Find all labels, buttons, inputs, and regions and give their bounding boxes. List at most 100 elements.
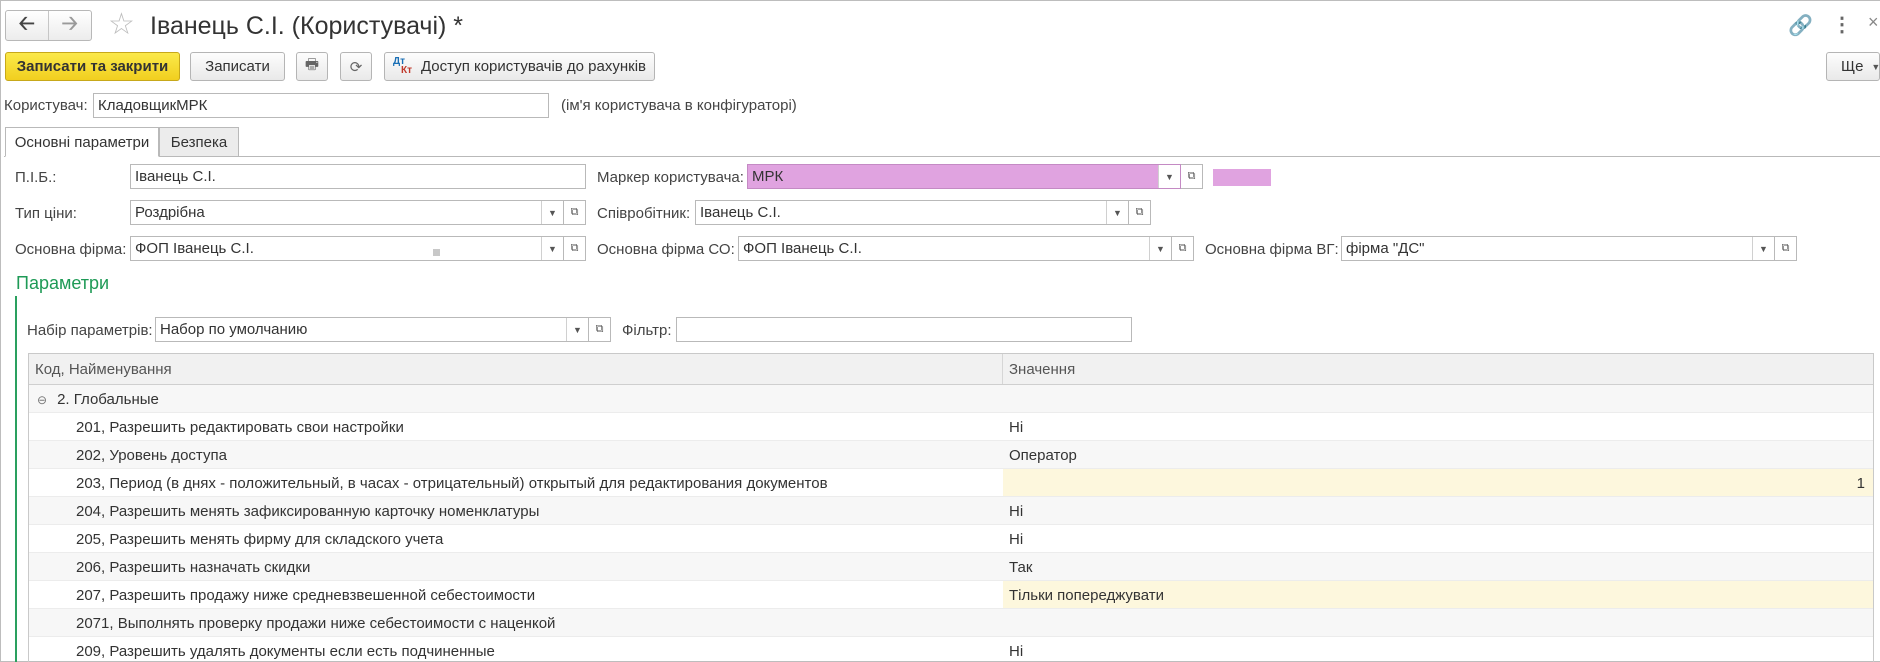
col-value-header[interactable]: Значення [1003, 354, 1873, 384]
row-name: 205, Разрешить менять фирму для складско… [76, 531, 444, 548]
price-type-select[interactable]: Роздрібна ▼ [130, 200, 564, 225]
main-firm-label: Основна фірма: [15, 241, 127, 258]
row-value[interactable]: Тільки попереджувати [1003, 581, 1873, 608]
more-label: Ще [1841, 58, 1864, 75]
save-and-close-button[interactable]: Записати та закрити [5, 52, 180, 81]
row-name: 203, Период (в днях - положительный, в ч… [76, 475, 828, 492]
history-icon: ⟳ [349, 58, 363, 76]
filter-label: Фільтр: [622, 322, 672, 339]
row-value[interactable]: Ні [1003, 497, 1873, 524]
more-button[interactable]: Ще ▼ [1826, 52, 1880, 81]
row-name: 206, Разрешить назначать скидки [76, 559, 311, 576]
printer-icon: 🖶 [304, 56, 320, 73]
main-firm-co-label: Основна фірма СО: [597, 241, 735, 258]
dropdown-arrow-icon[interactable]: ▼ [541, 237, 563, 260]
marker-label: Маркер користувача: [597, 169, 744, 186]
main-firm-vg-select[interactable]: фірма "ДС" ▼ [1341, 236, 1775, 261]
save-button[interactable]: Записати [190, 52, 285, 81]
pib-input[interactable]: Іванець С.І. [130, 164, 586, 189]
tab-divider [4, 156, 1880, 157]
param-set-select[interactable]: Набор по умолчанию ▼ [155, 317, 589, 342]
price-type-value: Роздрібна [135, 204, 205, 221]
navigation-group: 🡠 🡢 [5, 10, 92, 41]
open-icon[interactable]: ⧉ [1172, 236, 1194, 261]
print-button[interactable]: 🖶 [296, 52, 328, 81]
dropdown-arrow-icon[interactable]: ▼ [1149, 237, 1171, 260]
price-type-label: Тип ціни: [15, 205, 77, 222]
row-value[interactable]: Так [1003, 553, 1873, 580]
employee-value: Іванець С.І. [700, 204, 781, 221]
dropdown-arrow-icon[interactable]: ▼ [541, 201, 563, 224]
row-value[interactable] [1003, 609, 1873, 636]
table-row[interactable]: 204, Разрешить менять зафиксированную ка… [29, 497, 1873, 525]
user-label: Користувач: [4, 97, 88, 114]
employee-select[interactable]: Іванець С.І. ▼ [695, 200, 1129, 225]
table-row[interactable]: 203, Период (в днях - положительный, в ч… [29, 469, 1873, 497]
dropdown-arrow-icon[interactable]: ▼ [566, 318, 588, 341]
user-hint: (ім'я користувача в конфігураторі) [561, 97, 797, 114]
row-value[interactable]: Оператор [1003, 441, 1873, 468]
row-name: 202, Уровень доступа [76, 447, 227, 464]
dropdown-arrow-icon[interactable]: ▼ [1106, 201, 1128, 224]
table-row[interactable]: 207, Разрешить продажу ниже средневзвеше… [29, 581, 1873, 609]
table-row[interactable]: 2071, Выполнять проверку продажи ниже се… [29, 609, 1873, 637]
section-bar [15, 296, 17, 662]
user-account-access-button[interactable]: Дт Кт Доступ користувачів до рахунків [384, 52, 655, 81]
open-icon[interactable]: ⧉ [1775, 236, 1797, 261]
main-firm-co-select[interactable]: ФОП Іванець С.І. ▼ [738, 236, 1172, 261]
row-value[interactable]: Ні [1003, 525, 1873, 552]
main-firm-vg-value: фірма "ДС" [1346, 240, 1425, 257]
dropdown-arrow-icon[interactable]: ▼ [1752, 237, 1774, 260]
param-set-value: Набор по умолчанию [160, 321, 308, 338]
pib-label: П.І.Б.: [15, 169, 57, 186]
row-value: 1 [1856, 475, 1865, 492]
open-icon[interactable]: ⧉ [1129, 200, 1151, 225]
open-icon[interactable]: ⧉ [564, 200, 586, 225]
row-name: 209, Разрешить удалять документы если ес… [76, 643, 495, 660]
user-account-access-label: Доступ користувачів до рахунків [420, 58, 647, 75]
table-row[interactable]: 206, Разрешить назначать скидки Так [29, 553, 1873, 581]
back-arrow-icon[interactable]: 🡠 [6, 11, 49, 40]
group-label: 2. Глобальные [57, 391, 159, 408]
table-row[interactable]: 201, Разрешить редактировать свои настро… [29, 413, 1873, 441]
open-icon[interactable]: ⧉ [1181, 164, 1203, 189]
favorite-star-icon[interactable]: ☆ [108, 9, 135, 41]
main-firm-vg-label: Основна фірма ВГ: [1205, 241, 1339, 258]
employee-label: Співробітник: [597, 205, 691, 222]
table-group-row[interactable]: ⊖ 2. Глобальные [29, 385, 1873, 413]
tab-security[interactable]: Безпека [159, 127, 239, 157]
table-row[interactable]: 209, Разрешить удалять документы если ес… [29, 637, 1873, 662]
collapse-icon[interactable]: ⊖ [37, 393, 47, 407]
history-button[interactable]: ⟳ [340, 52, 372, 81]
window-title: Іванець С.І. (Користувачі) * [150, 12, 464, 40]
dropdown-arrow-icon[interactable]: ▼ [1158, 165, 1180, 188]
col-name-header[interactable]: Код, Найменування [29, 354, 1003, 384]
row-value[interactable]: Ні [1003, 413, 1873, 440]
row-name: 201, Разрешить редактировать свои настро… [76, 419, 404, 436]
marker-value: МРК [752, 168, 784, 185]
more-vertical-icon[interactable]: ⋮ [1832, 12, 1852, 37]
chevron-down-icon: ▼ [1871, 61, 1880, 72]
tab-main-params[interactable]: Основні параметри [5, 127, 159, 157]
params-section-title[interactable]: Параметри [16, 273, 109, 294]
table-header: Код, Найменування Значення [29, 354, 1873, 385]
table-row[interactable]: 205, Разрешить менять фирму для складско… [29, 525, 1873, 553]
marker-select[interactable]: МРК ▼ [747, 164, 1181, 189]
main-firm-value: ФОП Іванець С.І. [135, 240, 254, 257]
open-icon[interactable]: ⧉ [589, 317, 611, 342]
row-name: 207, Разрешить продажу ниже средневзвеше… [76, 587, 536, 604]
row-value[interactable]: Ні [1003, 637, 1873, 662]
forward-arrow-icon[interactable]: 🡢 [49, 11, 92, 40]
filter-input[interactable] [676, 317, 1132, 342]
open-icon[interactable]: ⧉ [564, 236, 586, 261]
main-firm-co-value: ФОП Іванець С.І. [743, 240, 862, 257]
user-input[interactable]: КладовщикМРК [93, 93, 549, 118]
resize-grip [433, 249, 440, 256]
close-icon[interactable]: × [1868, 12, 1879, 33]
row-value-cell[interactable]: 1 [1003, 469, 1873, 496]
main-firm-select[interactable]: ФОП Іванець С.І. ▼ [130, 236, 564, 261]
link-icon[interactable]: 🔗 [1788, 13, 1813, 38]
row-name: 204, Разрешить менять зафиксированную ка… [76, 503, 540, 520]
row-name: 2071, Выполнять проверку продажи ниже се… [76, 615, 556, 632]
table-row[interactable]: 202, Уровень доступа Оператор [29, 441, 1873, 469]
